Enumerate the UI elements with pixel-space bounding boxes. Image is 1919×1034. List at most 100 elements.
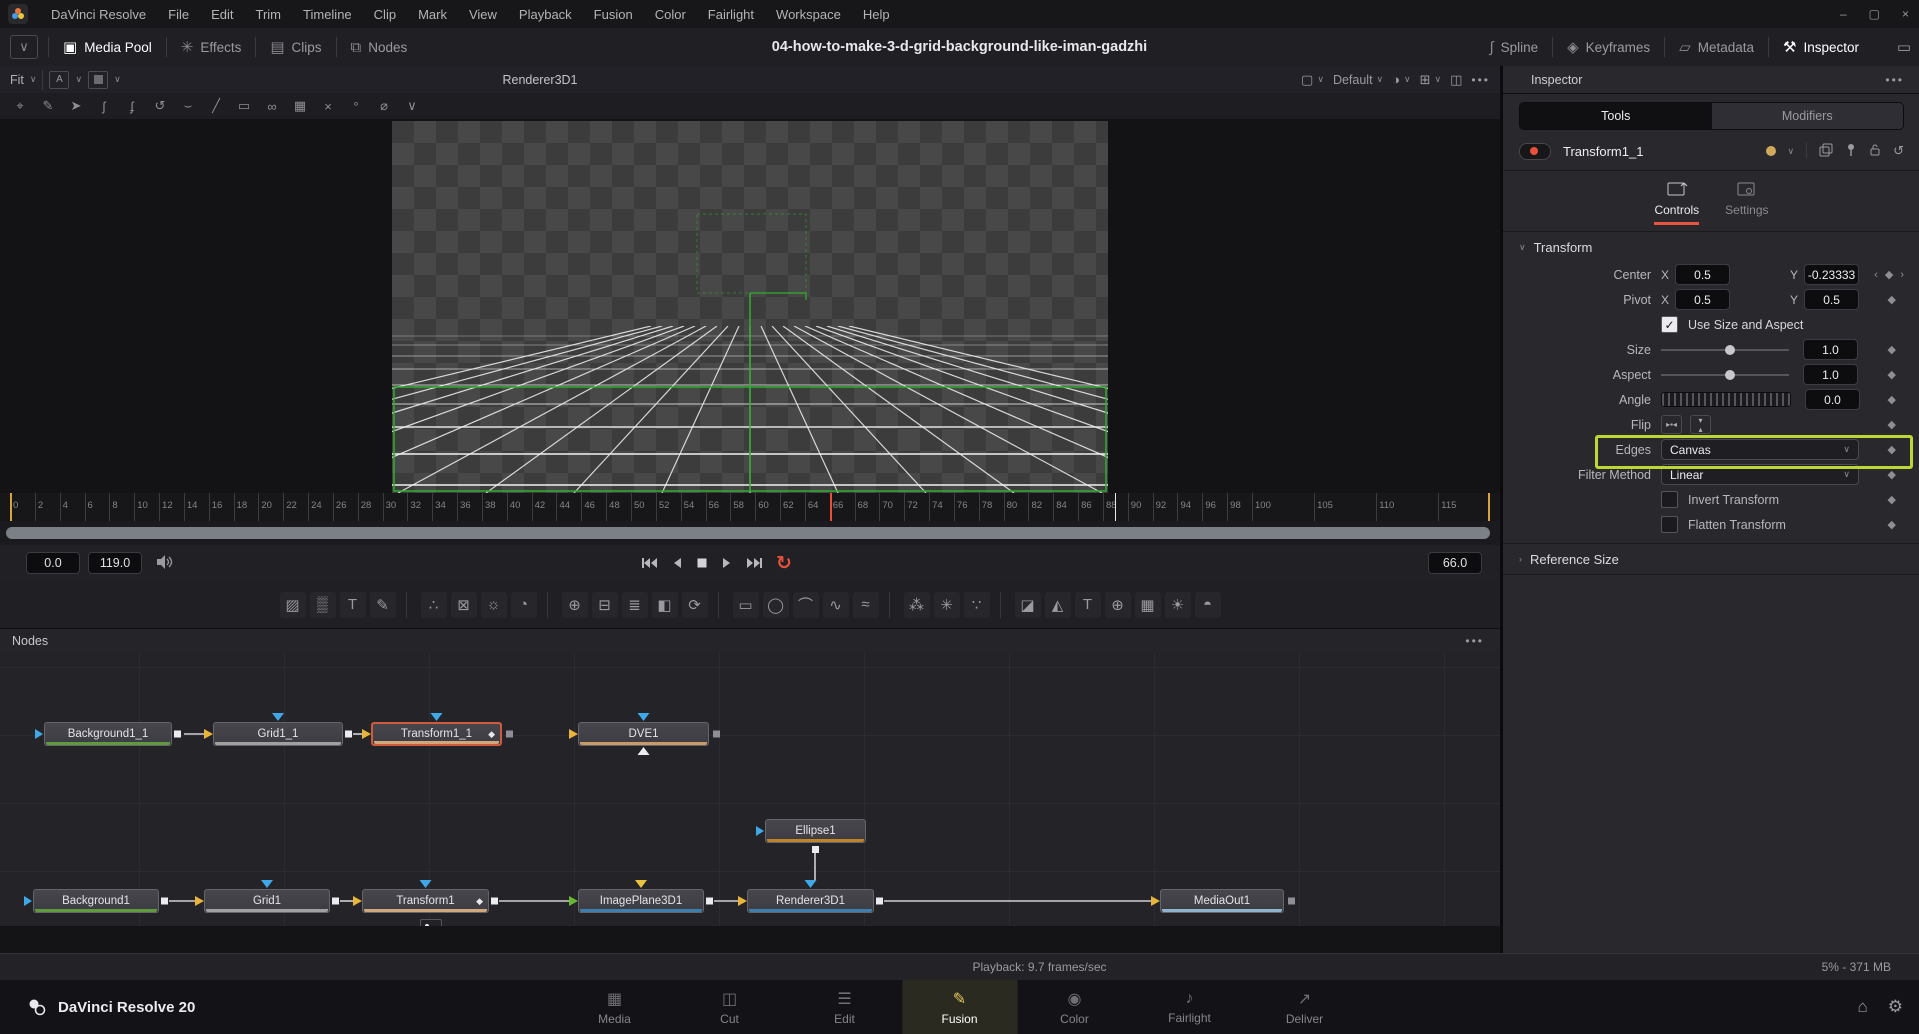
spline-button[interactable]: ∫Spline	[1475, 28, 1552, 66]
node-graph[interactable]: Background1_1Grid1_1Transform1_1◆DVE1Ell…	[0, 653, 1500, 926]
center-y-field[interactable]: -0.23333	[1804, 264, 1859, 285]
zoom-tool[interactable]: ⌀	[372, 98, 396, 114]
colorcurves-tool[interactable]: ⊠	[451, 592, 477, 618]
inspector-button[interactable]: ⚒Inspector	[1769, 28, 1873, 66]
reset-icon[interactable]: ↺	[1893, 143, 1904, 159]
camera3d-tool[interactable]: ▦	[1135, 592, 1161, 618]
shape3d-tool[interactable]: ◭	[1045, 592, 1071, 618]
transform-box-tool[interactable]: ▦	[288, 98, 312, 114]
transform-tool[interactable]: ⟳	[682, 592, 708, 618]
snap-tool[interactable]: °	[344, 99, 368, 114]
close-button[interactable]: ×	[1902, 7, 1909, 21]
stop-button[interactable]	[696, 557, 708, 569]
center-x-field[interactable]: 0.5	[1675, 264, 1730, 285]
menu-file[interactable]: File	[157, 7, 200, 22]
wand-mask-tool[interactable]: ≈	[853, 592, 879, 618]
node-Transform1_1[interactable]: Transform1_1◆	[371, 722, 502, 746]
scrollbar-thumb[interactable]	[6, 527, 1490, 539]
bspline-tool[interactable]: ʄ	[120, 99, 144, 114]
chevron-down-icon[interactable]: ∨	[1788, 146, 1795, 157]
merge3d-tool[interactable]: ⊕	[1105, 592, 1131, 618]
flip-vertical-button[interactable]: ▾▴	[1690, 415, 1711, 434]
page-tab-edit[interactable]: ☰Edit	[787, 980, 902, 1034]
transform-section-header[interactable]: ∨Transform	[1503, 231, 1919, 262]
node-Background1[interactable]: Background1	[33, 889, 159, 913]
media-pool-button[interactable]: ▣Media Pool	[49, 28, 166, 66]
flatten-transform-checkbox[interactable]	[1661, 516, 1678, 533]
keyframe-icon[interactable]: ◆	[1888, 343, 1896, 356]
brightness-tool[interactable]: ☼	[481, 592, 507, 618]
node-DVE1[interactable]: DVE1	[578, 722, 709, 746]
pivot-y-field[interactable]: 0.5	[1804, 289, 1859, 310]
tab-tools[interactable]: Tools	[1520, 103, 1712, 129]
polyline-tool[interactable]: ʃ	[92, 99, 116, 114]
zoom-select[interactable]: Fit	[10, 73, 24, 87]
menu-workspace[interactable]: Workspace	[765, 7, 852, 22]
minimize-button[interactable]: –	[1840, 7, 1847, 21]
smooth-tool[interactable]: ⌣	[176, 98, 200, 114]
more-tools[interactable]: ∨	[400, 98, 424, 114]
background-tool[interactable]: ▨	[280, 592, 306, 618]
settings-gear-icon[interactable]: ⚙	[1888, 997, 1903, 1017]
use-size-checkbox[interactable]: ✓	[1661, 316, 1678, 333]
speaker-icon[interactable]	[156, 554, 174, 573]
angle-field[interactable]: 0.0	[1805, 389, 1860, 410]
marquee-tool[interactable]: ▭	[232, 98, 256, 114]
node-Transform1[interactable]: Transform1◆	[362, 889, 489, 913]
colorkey-tool[interactable]: ◧	[652, 592, 678, 618]
menu-view[interactable]: View	[458, 7, 508, 22]
paint-tool[interactable]: ✎	[370, 592, 396, 618]
loop-button[interactable]: ↻	[776, 554, 792, 573]
node-enable-toggle[interactable]	[1519, 143, 1551, 160]
interface-toggle-icon[interactable]: ∨	[10, 35, 38, 59]
reference-size-section-header[interactable]: ›Reference Size	[1503, 543, 1919, 575]
lock-icon[interactable]	[1869, 143, 1881, 160]
edges-dropdown[interactable]: Canvas∨	[1661, 439, 1859, 460]
draw-tool[interactable]: ✎	[36, 98, 60, 114]
channelbooleans-tool[interactable]: ≣	[622, 592, 648, 618]
keyframe-icon[interactable]: ◆	[1888, 493, 1896, 506]
node-ImagePlane3D1[interactable]: ImagePlane3D1	[578, 889, 704, 913]
huecurves-tool[interactable]: ◔	[511, 592, 537, 618]
timeline-ruler[interactable]: 0246810121416182022242628303234363840424…	[0, 493, 1500, 522]
colorcorrector-tool[interactable]: ∴	[421, 592, 447, 618]
subtab-settings[interactable]: Settings	[1725, 179, 1768, 225]
delete-tool[interactable]: ×	[316, 99, 340, 114]
tab-modifiers[interactable]: Modifiers	[1712, 103, 1904, 129]
pmerge-tool[interactable]: ✳	[934, 592, 960, 618]
viewer-options-icon[interactable]: •••	[1471, 73, 1490, 87]
line-tool[interactable]: ╱	[204, 98, 228, 114]
copy-settings-icon[interactable]	[1819, 143, 1833, 160]
keyframe-icon[interactable]: ◆	[1888, 293, 1896, 306]
menu-trim[interactable]: Trim	[245, 7, 293, 22]
filter-method-dropdown[interactable]: Linear∨	[1661, 464, 1859, 485]
page-tab-fusion[interactable]: ✎Fusion	[902, 980, 1017, 1034]
text3d-tool[interactable]: T	[1075, 592, 1101, 618]
menu-edit[interactable]: Edit	[200, 7, 244, 22]
maximize-button[interactable]: ▢	[1869, 7, 1880, 21]
bspline-mask-tool[interactable]: ∿	[823, 592, 849, 618]
overlay-button[interactable]: A	[49, 71, 69, 89]
dual-view-icon[interactable]: ◫	[1450, 72, 1462, 88]
page-tab-cut[interactable]: ◫Cut	[672, 980, 787, 1034]
pemitter-tool[interactable]: ⁂	[904, 592, 930, 618]
node-Background1_1[interactable]: Background1_1	[44, 722, 172, 746]
menu-mark[interactable]: Mark	[407, 7, 458, 22]
node-MediaOut1[interactable]: MediaOut1	[1160, 889, 1284, 913]
pin-icon[interactable]	[1845, 143, 1857, 160]
flip-horizontal-button[interactable]: ▸▪◂	[1661, 415, 1682, 434]
out-point-field[interactable]: 119.0	[88, 552, 142, 574]
keyframe-nav-icons[interactable]: ‹ ◆ ›	[1874, 268, 1906, 281]
menu-fairlight[interactable]: Fairlight	[697, 7, 765, 22]
textplus-tool[interactable]: T	[340, 592, 366, 618]
menu-help[interactable]: Help	[852, 7, 901, 22]
play-button[interactable]	[720, 557, 734, 569]
ellipse-mask-tool[interactable]: ◯	[763, 592, 789, 618]
renderer3d-tool[interactable]: ◓	[1195, 592, 1221, 618]
page-tab-fairlight[interactable]: ♪Fairlight	[1132, 980, 1247, 1034]
region-icon[interactable]: ▢∨	[1301, 72, 1324, 88]
keyframe-icon[interactable]: ◆	[1888, 468, 1896, 481]
inspector-options-icon[interactable]: •••	[1885, 73, 1919, 87]
node-Grid1_1[interactable]: Grid1_1	[213, 722, 343, 746]
polygon-mask-tool[interactable]: ⌒	[793, 592, 819, 618]
